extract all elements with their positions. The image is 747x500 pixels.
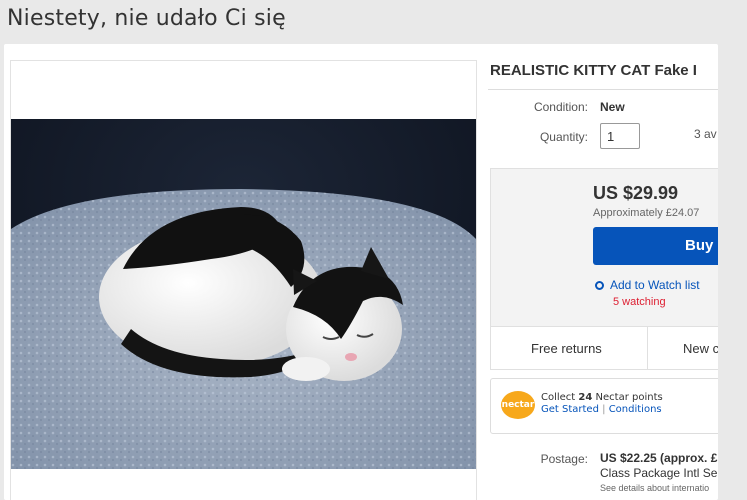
quantity-label: Quantity: bbox=[539, 130, 588, 144]
nectar-logo: nectar bbox=[501, 391, 535, 419]
collect-prefix: Collect bbox=[541, 392, 576, 403]
nectar-links: Get Started | Conditions bbox=[541, 404, 662, 415]
listing-card: REALISTIC KITTY CAT Fake I Condition: Ne… bbox=[4, 44, 718, 500]
get-started-link[interactable]: Get Started bbox=[541, 404, 599, 415]
add-to-watch-list-link[interactable]: Add to Watch list bbox=[595, 278, 700, 292]
buy-it-now-button[interactable]: Buy bbox=[593, 227, 718, 265]
postage-details-link[interactable]: See details about internatio bbox=[600, 483, 709, 493]
available-quantity: 3 av bbox=[694, 127, 717, 141]
price: US $29.99 bbox=[593, 183, 679, 203]
divider bbox=[488, 89, 718, 90]
item-title[interactable]: REALISTIC KITTY CAT Fake I bbox=[490, 62, 697, 79]
returns-row: Free returns New c bbox=[490, 326, 718, 370]
nectar-points-box: nectar Collect 24 Nectar points Get Star… bbox=[490, 378, 718, 434]
approx-price: Approximately £24.07 bbox=[593, 207, 700, 219]
circle-eye-icon bbox=[595, 281, 604, 290]
divider bbox=[647, 327, 648, 369]
free-returns[interactable]: Free returns bbox=[531, 341, 602, 356]
collect-suffix: Nectar points bbox=[595, 392, 663, 403]
watching-count: 5 watching bbox=[613, 296, 666, 308]
nectar-points: 24 bbox=[578, 392, 593, 403]
page-title: Niestety, nie udało Ci się bbox=[7, 6, 286, 31]
condition-label: Condition: bbox=[533, 100, 588, 114]
conditions-link[interactable]: Conditions bbox=[609, 404, 662, 415]
postage-label: Postage: bbox=[540, 452, 588, 466]
product-photo[interactable] bbox=[11, 119, 476, 469]
new-condition-cell[interactable]: New c bbox=[683, 341, 718, 356]
nectar-collect-text: Collect 24 Nectar points bbox=[541, 392, 663, 403]
watch-label: Add to Watch list bbox=[610, 278, 700, 292]
quantity-input[interactable] bbox=[600, 123, 640, 149]
condition-value: New bbox=[600, 100, 625, 114]
link-separator: | bbox=[602, 404, 606, 415]
postage-value: US $22.25 (approx. £1 bbox=[600, 451, 718, 465]
listing-details: REALISTIC KITTY CAT Fake I Condition: Ne… bbox=[488, 44, 718, 500]
postage-service: Class Package Intl Se bbox=[600, 466, 718, 480]
product-image-frame bbox=[10, 60, 477, 500]
